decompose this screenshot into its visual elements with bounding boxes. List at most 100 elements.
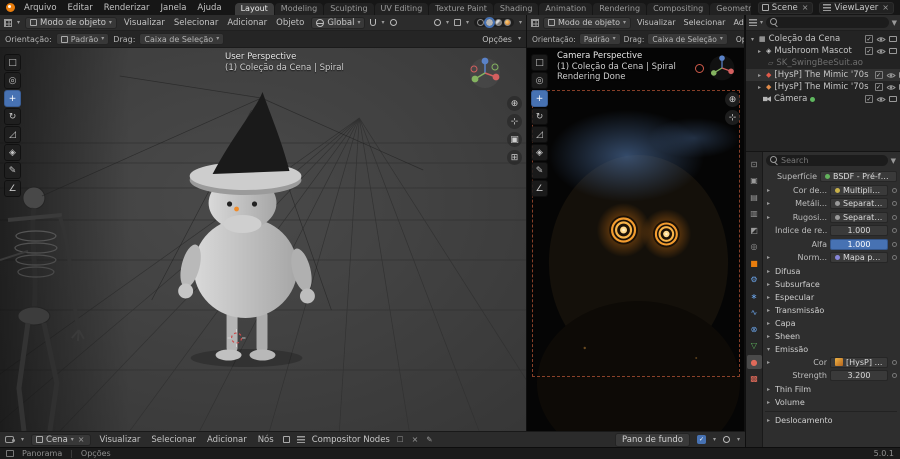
tab-uv-editing[interactable]: UV Editing [374,2,429,15]
editor-corner-icon[interactable] [6,450,14,457]
decorator-icon[interactable] [892,201,897,207]
menu-selecionar[interactable]: Selecionar [682,18,728,27]
tab-rendering[interactable]: Rendering [593,2,647,15]
metallic-input[interactable]: Separate Color [830,198,888,210]
menu-adicionar[interactable]: Adicionar [225,18,269,28]
tab-texture-paint[interactable]: Texture Paint [429,2,493,15]
selectable-checkbox[interactable]: ✓ [865,47,873,55]
tab-animation[interactable]: Animation [539,2,593,15]
use-nodes-checkbox[interactable]: ☐ [397,435,404,444]
tab-physics[interactable]: ∿ [747,306,762,320]
hide-eye-icon[interactable] [876,36,886,43]
panel-transmission[interactable]: ▸ Transmissão [765,304,897,317]
outliner-row-collection[interactable]: ▾ ▦ Coleção da Cena ✓ [746,33,900,45]
tab-layout[interactable]: Layout [234,2,274,15]
viewport-3d-canvas[interactable]: User Perspective (1) Coleção da Cena | S… [0,48,526,431]
collapse-icon[interactable]: ▸ [756,84,763,91]
shading-rendered-icon[interactable] [503,19,511,26]
item-label[interactable]: SK_SwingBeeSuit.ao [776,58,863,68]
pin-feather-icon[interactable]: ✎ [426,435,432,444]
menu-objeto[interactable]: Objeto [274,18,306,28]
editor-caret-icon[interactable]: ▾ [21,436,24,443]
camera-dof-gizmo[interactable] [695,64,704,73]
disable-render-icon[interactable] [889,48,897,54]
tab-constraints[interactable]: ⊗ [747,322,762,336]
expand-icon[interactable]: ▾ [749,36,756,43]
menu-selecionar[interactable]: Selecionar [149,435,198,445]
navigation-gizmo[interactable] [468,56,502,93]
scene-selector[interactable]: Scene × [757,1,814,14]
tool-select-box[interactable]: □ [4,54,21,71]
viewlayer-selector[interactable]: ViewLayer × [819,1,894,14]
tool-measure[interactable]: ∠ [531,180,548,197]
backdrop-button[interactable]: Pano de fundo [615,432,690,447]
pan-hand-icon[interactable]: ⊹ [725,110,740,125]
snap-caret-icon[interactable]: ▾ [381,19,384,26]
menu-ajuda[interactable]: Ajuda [195,3,223,13]
tab-render[interactable]: ▣ [747,174,762,188]
tab-scene[interactable]: ◩ [747,223,762,237]
tool-transform[interactable]: ◈ [4,144,21,161]
decorator-icon[interactable] [892,373,897,379]
shading-caret-icon[interactable]: ▾ [519,19,522,26]
tool-measure[interactable]: ∠ [4,180,21,197]
tool-annotate[interactable]: ✎ [531,162,548,179]
navigation-gizmo[interactable] [708,54,736,85]
filter-icon[interactable]: ▼ [892,19,897,27]
menu-visualizar[interactable]: Visualizar [122,18,167,28]
tab-object-data[interactable]: ▽ [747,339,762,353]
ortho-toggle-icon[interactable]: ⊞ [507,150,522,165]
decorator-icon[interactable] [892,255,897,261]
collapse-icon[interactable]: ▸ [756,48,763,55]
panel-thin-film[interactable]: ▸ Thin Film [765,383,897,396]
decorator-icon[interactable] [892,214,897,220]
decorator-icon[interactable] [892,241,897,247]
decorator-icon[interactable] [892,187,897,193]
tool-cursor[interactable]: ◎ [531,72,548,89]
compositor-scene-selector[interactable]: Cena ▾ × [31,433,91,446]
drag-mode-dropdown[interactable]: Caixa de Seleção ▾ [647,33,728,45]
outliner-row-mimic-1[interactable]: ▸ ◆ [HysP] The Mimic '70s ✓ [746,69,900,81]
tool-rotate[interactable]: ↻ [4,108,21,125]
tool-rotate[interactable]: ↻ [531,108,548,125]
node-editor-icon[interactable] [5,436,15,443]
drag-mode-dropdown[interactable]: Caixa de Seleção ▾ [139,33,225,45]
selectable-checkbox[interactable]: ✓ [865,95,873,103]
filter-icon[interactable]: ▼ [891,157,896,165]
clear-nodes-button[interactable]: × [411,435,420,444]
decorator-icon[interactable] [892,359,897,365]
collapse-icon[interactable]: ▸ [765,187,772,194]
base-color-input[interactable]: Multiplicar [830,184,888,196]
proportional-editing-icon[interactable] [389,19,397,26]
orientation-preset-dropdown[interactable]: Padrão ▾ [55,33,110,45]
blender-logo-icon[interactable] [6,3,15,12]
emission-strength-slider[interactable]: 3.200 [830,370,888,382]
panel-coat[interactable]: ▸ Capa [765,317,897,330]
tab-texture[interactable]: ▩ [747,372,762,386]
snap-node-caret-icon[interactable]: ▾ [737,436,740,443]
tool-transform[interactable]: ◈ [531,144,548,161]
tool-select-box[interactable]: □ [531,54,548,71]
overlays-caret-icon[interactable]: ▾ [466,19,469,26]
mode-dropdown[interactable]: Modo de objeto ▾ [543,16,632,29]
hide-eye-icon[interactable] [876,48,886,55]
menu-editar[interactable]: Editar [66,3,95,13]
menu-selecionar[interactable]: Selecionar [172,18,221,28]
tab-modifiers[interactable]: ⚙ [747,273,762,287]
panel-emission[interactable]: ▾ Emissão [765,343,897,356]
scene-unlink-button[interactable]: × [801,3,810,12]
viewlayer-remove-button[interactable]: × [881,3,890,12]
camera-view-icon[interactable]: ▣ [507,132,522,147]
orientation-preset-dropdown[interactable]: Padrão ▾ [578,33,621,45]
hide-eye-icon[interactable] [886,84,896,91]
panel-sheen[interactable]: ▸ Sheen [765,330,897,343]
snap-magnet-icon[interactable] [370,19,377,26]
outliner-row-mimic-2[interactable]: ▸ ◆ [HysP] The Mimic '70s ✓ [746,81,900,93]
collapse-icon[interactable]: ▸ [765,200,772,207]
outliner-row-camera[interactable]: Câmera ✓ [746,93,900,105]
surface-shader-dropdown[interactable]: BSDF - Pré-fu... [820,171,897,183]
panel-volume[interactable]: ▸ Volume [765,396,897,409]
outliner-search[interactable] [766,17,889,28]
properties-search[interactable] [766,155,888,166]
menu-visualizar[interactable]: Visualizar [635,18,678,27]
